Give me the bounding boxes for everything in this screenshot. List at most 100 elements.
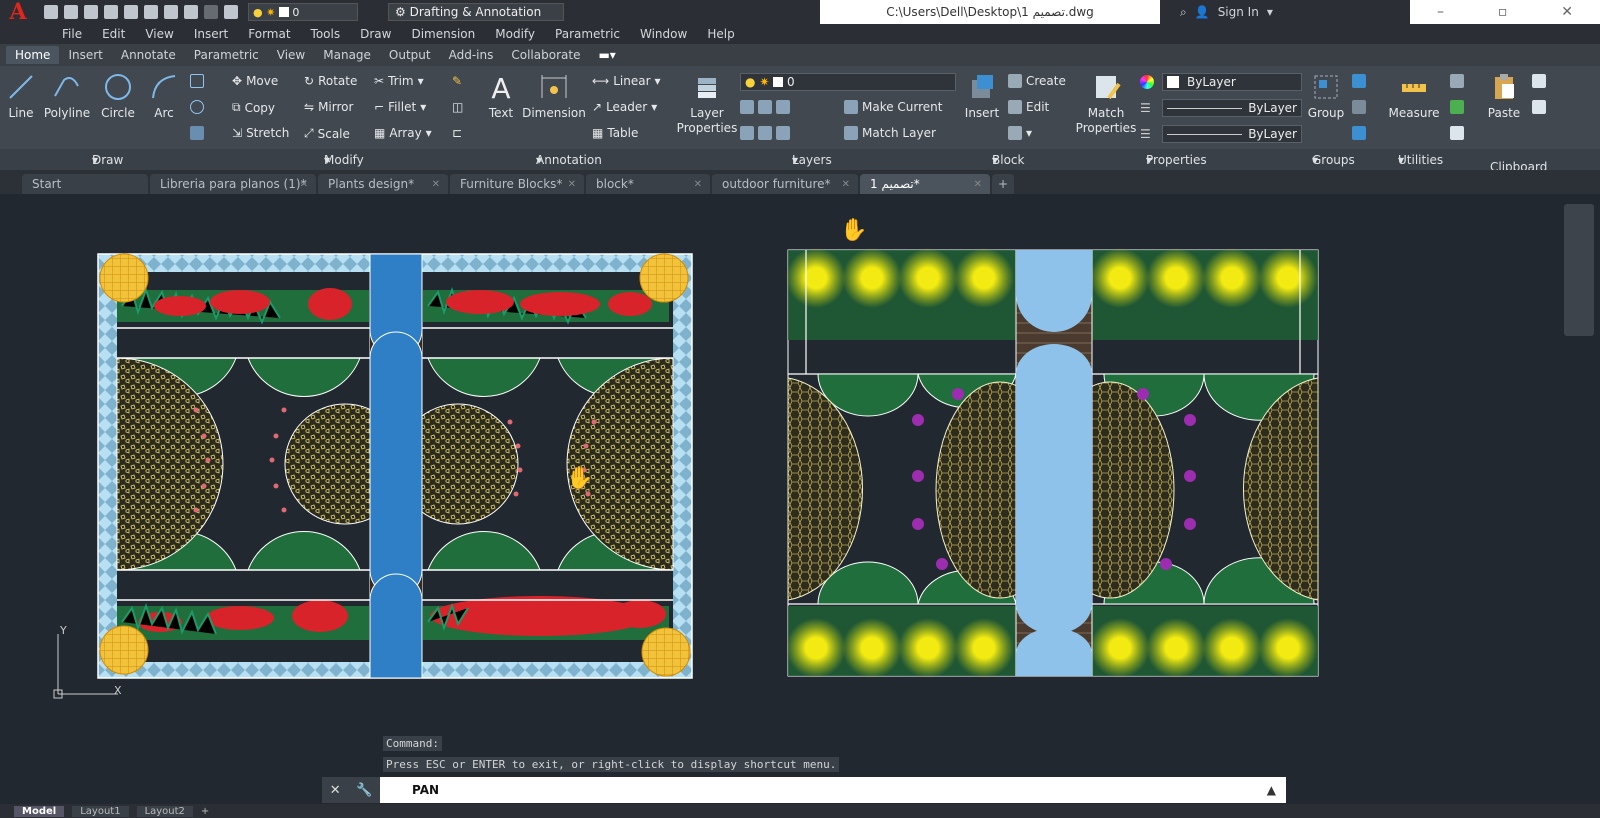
wrench-icon[interactable]: 🔧 — [356, 783, 372, 798]
dimension-button[interactable]: Dimension — [522, 72, 586, 121]
group-select-button[interactable] — [1352, 126, 1366, 140]
trim-button[interactable]: ✂ Trim ▾ — [374, 74, 424, 88]
close-icon[interactable]: ✕ — [694, 179, 702, 190]
open-web-icon[interactable] — [124, 5, 138, 19]
close-icon[interactable]: ✕ — [300, 179, 308, 190]
chevron-up-icon[interactable]: ▲ — [1267, 783, 1276, 797]
doc-tab-libreria[interactable]: Libreria para planos (1)* ✕ — [150, 174, 316, 194]
menu-item-parametric[interactable]: Parametric — [545, 27, 630, 41]
new-file-icon[interactable] — [44, 5, 58, 19]
menu-item-modify[interactable]: Modify — [485, 27, 545, 41]
save-icon[interactable] — [84, 5, 98, 19]
hatch-button[interactable] — [190, 100, 204, 114]
layer-unlock-icon[interactable] — [758, 126, 772, 140]
polyline-button[interactable]: Polyline — [42, 72, 92, 121]
tab-annotate[interactable]: Annotate — [112, 46, 185, 64]
menu-item-file[interactable]: File — [52, 27, 92, 41]
rectangle-button[interactable] — [190, 74, 204, 88]
drawing-canvas[interactable]: Y X ✋ ✋ — [0, 194, 1600, 794]
quick-calc-button[interactable] — [1450, 74, 1464, 88]
save-as-icon[interactable] — [104, 5, 118, 19]
create-block-button[interactable]: Create — [1008, 74, 1066, 88]
left-garden-plan[interactable] — [97, 253, 693, 679]
tab-parametric[interactable]: Parametric — [185, 46, 268, 64]
tab-addins[interactable]: Add-ins — [440, 46, 503, 64]
gradient-button[interactable] — [190, 126, 204, 140]
explode-button[interactable]: ◫ — [452, 100, 463, 114]
layer-properties-button[interactable]: Layer Properties — [676, 72, 738, 136]
line-button[interactable]: Line — [4, 72, 38, 121]
insert-block-button[interactable]: Insert — [962, 72, 1002, 121]
match-layer-button[interactable]: Match Layer — [844, 126, 936, 140]
move-button[interactable]: ✥ Move — [232, 74, 278, 88]
close-icon[interactable]: ✕ — [974, 179, 982, 190]
tab-manage[interactable]: Manage — [314, 46, 380, 64]
video-icon[interactable]: ▬▾ — [589, 46, 624, 64]
quick-layer-dropdown[interactable]: ● ✷ 0 — [248, 3, 358, 21]
panel-properties[interactable]: Properties ▾ — [1146, 153, 1207, 167]
save-web-icon[interactable] — [144, 5, 158, 19]
tab-collaborate[interactable]: Collaborate — [502, 46, 589, 64]
plot-icon[interactable] — [164, 5, 178, 19]
text-button[interactable]: A Text — [484, 72, 518, 121]
vertical-scrollbar[interactable] — [1564, 204, 1594, 336]
tab-layout2[interactable]: Layout2 — [136, 805, 193, 817]
layer-lock-icon[interactable] — [740, 126, 754, 140]
lineweight-dropdown[interactable]: ByLayer — [1162, 125, 1302, 143]
measure-button[interactable]: Measure — [1386, 72, 1442, 121]
new-tab-button[interactable]: + — [992, 174, 1014, 194]
circle-button[interactable]: Circle — [98, 72, 138, 121]
tab-layout1[interactable]: Layout1 — [72, 805, 129, 817]
table-button[interactable]: ▦ Table — [592, 126, 638, 140]
menu-item-view[interactable]: View — [135, 27, 183, 41]
arc-button[interactable]: Arc — [146, 72, 182, 121]
copy-button[interactable]: ⧉ Copy — [232, 100, 275, 115]
ungroup-button[interactable] — [1352, 74, 1366, 88]
close-icon[interactable]: ✕ — [1561, 4, 1573, 20]
open-file-icon[interactable] — [64, 5, 78, 19]
offset-button[interactable]: ⊏ — [452, 126, 462, 140]
rotate-button[interactable]: ↻ Rotate — [304, 74, 357, 88]
doc-tab-furniture-blocks[interactable]: Furniture Blocks* ✕ — [450, 174, 584, 194]
stretch-button[interactable]: ⇲ Stretch — [232, 126, 289, 140]
tab-home[interactable]: Home — [6, 46, 60, 64]
menu-item-dimension[interactable]: Dimension — [401, 27, 485, 41]
leader-button[interactable]: ↗ Leader ▾ — [592, 100, 657, 114]
plus-icon[interactable]: + — [201, 806, 209, 817]
linear-button[interactable]: ⟷ Linear ▾ — [592, 74, 661, 88]
right-garden-plan[interactable] — [786, 248, 1319, 678]
menu-item-window[interactable]: Window — [630, 27, 697, 41]
fillet-button[interactable]: ⌐ Fillet ▾ — [374, 100, 426, 114]
paste-button[interactable]: Paste — [1484, 72, 1524, 121]
edit-block-button[interactable]: Edit — [1008, 100, 1049, 114]
make-current-button[interactable]: Make Current — [844, 100, 943, 114]
layer-isolate-icon[interactable] — [758, 100, 772, 114]
color-dropdown[interactable]: ByLayer — [1162, 73, 1302, 91]
array-button[interactable]: ▦ Array ▾ — [374, 126, 432, 140]
autocad-logo-icon[interactable]: A — [0, 0, 36, 25]
menu-item-format[interactable]: Format — [238, 27, 300, 41]
workspace-dropdown[interactable]: ⚙ Drafting & Annotation — [388, 3, 564, 21]
restore-icon[interactable]: ▫ — [1498, 4, 1508, 20]
menu-item-draw[interactable]: Draw — [350, 27, 401, 41]
command-line[interactable]: ✕ 🔧 PAN ▲ — [322, 777, 1286, 803]
sign-in-area[interactable]: ⌕ 👤 Sign In ▾ — [1160, 0, 1320, 24]
tab-model[interactable]: Model — [14, 805, 65, 817]
layer-freeze-icon[interactable] — [776, 100, 790, 114]
copy-clip-button[interactable] — [1532, 100, 1546, 114]
panel-modify[interactable]: Modify ▾ — [324, 153, 364, 167]
close-icon[interactable]: ✕ — [842, 179, 850, 190]
tab-view[interactable]: View — [268, 46, 314, 64]
tab-insert[interactable]: Insert — [59, 46, 111, 64]
close-icon[interactable]: ✕ — [432, 179, 440, 190]
command-input-value[interactable]: PAN — [380, 783, 439, 797]
doc-tab-start[interactable]: Start — [22, 174, 148, 194]
id-point-button[interactable] — [1450, 100, 1464, 114]
panel-annotation[interactable]: Annotation ▾ — [536, 153, 602, 167]
close-icon[interactable]: ✕ — [568, 179, 576, 190]
layer-off-icon[interactable] — [740, 100, 754, 114]
group-button[interactable]: Group — [1306, 72, 1346, 121]
doc-tab-plants-design[interactable]: Plants design* ✕ — [318, 174, 448, 194]
panel-utilities[interactable]: Utilities ▾ — [1398, 153, 1443, 167]
linetype-dropdown[interactable]: ByLayer — [1162, 99, 1302, 117]
